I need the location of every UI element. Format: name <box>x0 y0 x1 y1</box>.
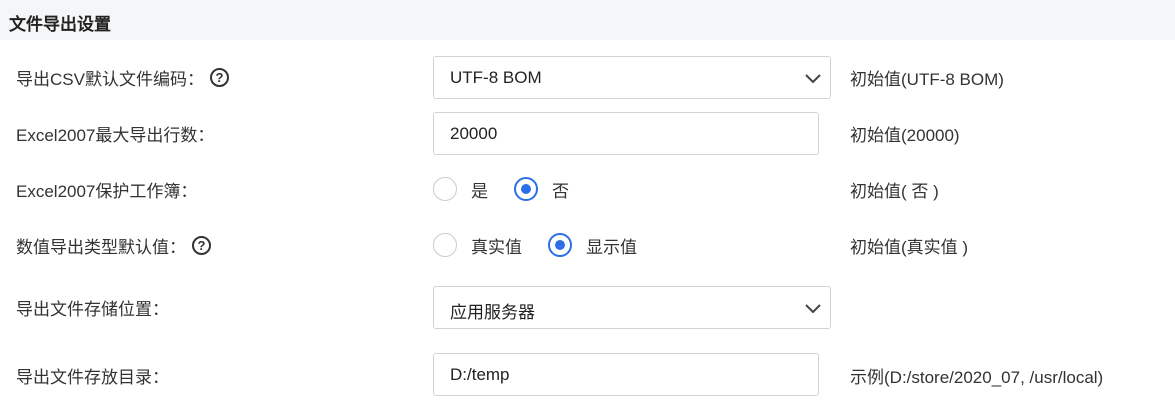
radio-real-value-label: 真实值 <box>471 237 522 257</box>
radio-yes[interactable]: 是 <box>433 177 488 202</box>
radio-circle[interactable] <box>433 233 457 257</box>
radio-display-value[interactable]: 显示值 <box>548 233 637 258</box>
radio-yes-label: 是 <box>471 181 488 201</box>
storage-location-value: 应用服务器 <box>450 303 535 322</box>
excel-protect-label: Excel2007保护工作簿： <box>16 181 198 201</box>
excel-protect-radio-group: 是 否 <box>433 174 595 204</box>
help-icon[interactable]: ? <box>192 235 211 255</box>
numeric-type-hint: 初始值(真实值 ) <box>850 237 969 257</box>
excel-max-rows-label: Excel2007最大导出行数： <box>16 125 215 145</box>
radio-circle-checked[interactable] <box>514 177 538 201</box>
csv-encoding-select[interactable]: UTF-8 BOM <box>433 56 831 99</box>
storage-dir-input[interactable] <box>433 353 819 396</box>
radio-no[interactable]: 否 <box>514 177 569 202</box>
storage-dir-label: 导出文件存放目录： <box>16 367 169 387</box>
storage-location-select[interactable]: 应用服务器 <box>433 286 831 329</box>
csv-encoding-hint: 初始值(UTF-8 BOM) <box>850 69 1004 89</box>
excel-max-rows-input[interactable] <box>433 112 819 155</box>
chevron-down-icon <box>805 304 821 314</box>
numeric-type-label-row: 数值导出类型默认值： ? <box>16 230 211 260</box>
excel-protect-hint: 初始值( 否 ) <box>850 181 939 201</box>
csv-encoding-label: 导出CSV默认文件编码： <box>16 69 204 89</box>
radio-no-label: 否 <box>552 181 569 201</box>
section-header: 文件导出设置 <box>0 0 1175 40</box>
radio-circle-checked[interactable] <box>548 233 572 257</box>
numeric-type-radio-group: 真实值 显示值 <box>433 230 663 260</box>
storage-location-label: 导出文件存储位置： <box>16 299 169 319</box>
radio-display-value-label: 显示值 <box>586 237 637 257</box>
csv-encoding-value: UTF-8 BOM <box>450 68 542 87</box>
storage-dir-hint: 示例(D:/store/2020_07, /usr/local) <box>850 367 1104 387</box>
radio-real-value[interactable]: 真实值 <box>433 233 522 258</box>
radio-circle[interactable] <box>433 177 457 201</box>
csv-encoding-label-row: 导出CSV默认文件编码： ? <box>16 62 229 92</box>
chevron-down-icon <box>805 74 821 84</box>
excel-max-rows-hint: 初始值(20000) <box>850 125 960 145</box>
numeric-type-label: 数值导出类型默认值： <box>16 237 186 257</box>
help-icon[interactable]: ? <box>209 67 229 87</box>
section-title: 文件导出设置 <box>9 15 111 34</box>
